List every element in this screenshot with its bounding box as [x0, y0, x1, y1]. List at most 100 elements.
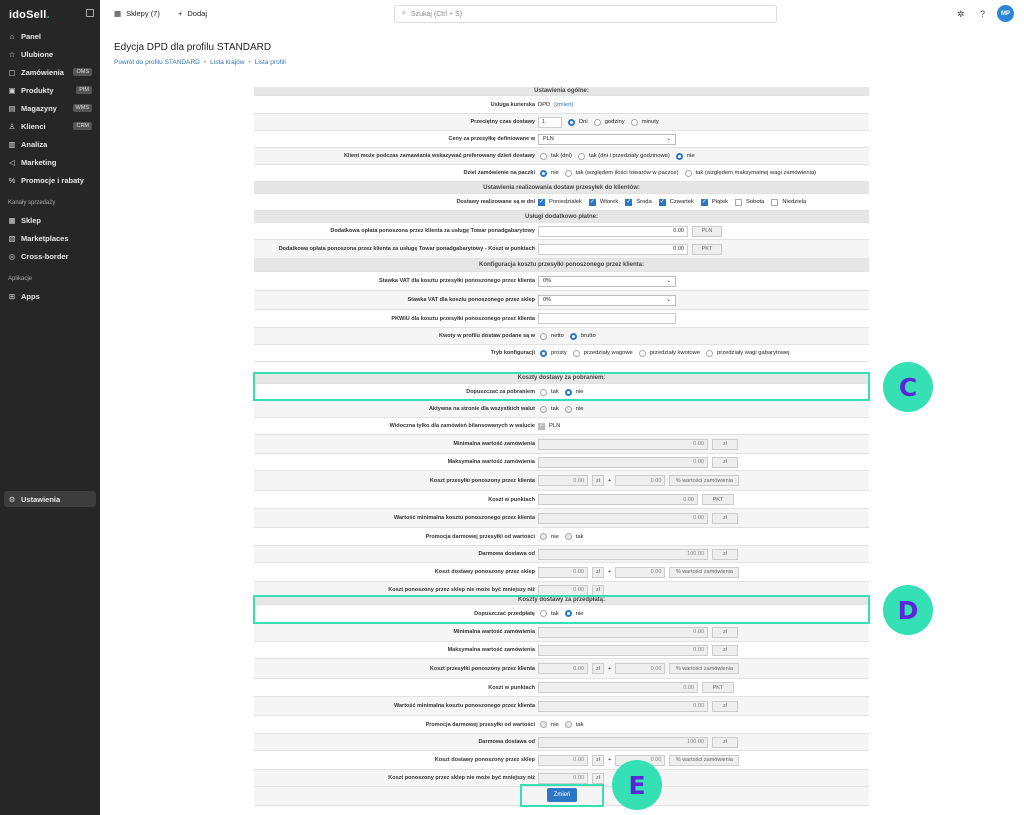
radio[interactable]: [569, 332, 577, 340]
radio[interactable]: [564, 721, 572, 728]
radio[interactable]: [540, 349, 547, 357]
radio[interactable]: [540, 721, 547, 728]
sidebar-sales-item-1[interactable]: ▧ Marketplaces: [0, 230, 100, 246]
number-input[interactable]: 0.00: [538, 225, 688, 237]
number-input[interactable]: 100.00: [538, 736, 708, 748]
unit-label: % wartości zamówienia: [669, 475, 740, 486]
number-input[interactable]: 0.00: [538, 772, 588, 784]
shops-button[interactable]: ▦ Sklepy (7): [114, 9, 160, 18]
number-input[interactable]: 0.00: [615, 475, 666, 486]
pkwiu-input[interactable]: [538, 313, 676, 324]
radio[interactable]: [540, 405, 547, 413]
select-value: 0%: [543, 278, 551, 284]
sidebar-item-6[interactable]: ▥ Analiza: [0, 136, 100, 152]
bug-icon[interactable]: ✲: [957, 9, 965, 20]
number-input[interactable]: 0.00: [538, 512, 708, 524]
sidebar-item-3[interactable]: ▣ Produkty PIM: [0, 82, 100, 98]
day-checkbox[interactable]: ✓: [538, 198, 545, 206]
number-input[interactable]: 0.00: [538, 663, 588, 674]
shops-label: Sklepy (7): [126, 9, 160, 18]
radio[interactable]: [568, 118, 575, 126]
number-input[interactable]: 0.00: [538, 475, 588, 486]
number-input[interactable]: 0.00: [615, 663, 666, 674]
number-input[interactable]: 0.00: [538, 644, 708, 656]
sidebar-item-label: Panel: [21, 31, 42, 41]
annotation-badge-c: C: [883, 362, 933, 412]
sidebar-item-2[interactable]: ▢ Zamówienia OMS: [0, 64, 100, 80]
add-button[interactable]: + Dodaj: [178, 9, 207, 18]
sidebar-apps[interactable]: ⊞ Apps: [0, 288, 100, 304]
search-input[interactable]: ⌕ Szukaj (Ctrl + S): [394, 5, 777, 23]
delivery-time-input[interactable]: 1: [538, 116, 562, 128]
number-input[interactable]: 0.00: [538, 754, 588, 766]
day-checkbox[interactable]: [735, 198, 742, 206]
radio[interactable]: [684, 169, 692, 177]
number-input[interactable]: 0.00: [538, 700, 708, 712]
submit-button[interactable]: Zmień: [547, 788, 577, 802]
sidebar-item-label: Marketplaces: [21, 233, 69, 243]
radio[interactable]: [564, 405, 572, 413]
number-input[interactable]: 0.00: [615, 566, 666, 578]
unit-label: PLN: [692, 225, 722, 237]
sidebar-item-7[interactable]: ◁ Marketing: [0, 154, 100, 170]
field-label: Przeciętny czas dostawy: [470, 119, 535, 125]
courier-change-link[interactable]: [zmień]: [554, 102, 573, 108]
vat-client-select[interactable]: 0% ⌄: [538, 275, 676, 287]
day-checkbox[interactable]: ✓: [700, 198, 708, 206]
day-checkbox[interactable]: ✓: [588, 198, 596, 206]
radio[interactable]: [540, 533, 547, 540]
radio[interactable]: [564, 533, 572, 540]
radio[interactable]: [638, 349, 646, 357]
logo[interactable]: idoSell.: [9, 9, 50, 21]
collapse-sidebar-icon[interactable]: [86, 9, 94, 17]
avatar[interactable]: MP: [997, 5, 1014, 22]
sidebar-item-5[interactable]: ♙ Klienci CRM: [0, 118, 100, 134]
radio[interactable]: [540, 332, 547, 340]
crumb-back-link[interactable]: Powrót do profilu STANDARD: [114, 59, 200, 66]
prepaid-max-order: Maksymalna wartość zamówienia 0.00 zł: [254, 642, 869, 659]
number-input[interactable]: 0.00: [538, 566, 588, 578]
crumb-countries-link[interactable]: Lista krajów: [210, 59, 244, 66]
number-input[interactable]: 0.00: [538, 494, 698, 505]
help-icon[interactable]: ?: [980, 9, 985, 19]
vat-shop-select[interactable]: 0% ⌄: [538, 294, 676, 306]
number-input[interactable]: 0.00: [538, 456, 708, 468]
search-placeholder: Szukaj (Ctrl + S): [410, 10, 463, 18]
radio[interactable]: [564, 169, 572, 177]
number-input[interactable]: 0.00: [538, 243, 688, 255]
currency-checkbox[interactable]: ✓: [538, 422, 545, 430]
number-input[interactable]: 0.00: [538, 438, 708, 450]
radio[interactable]: [572, 349, 580, 357]
field-label: Dodatkowa opłata ponoszona przez klienta…: [330, 228, 535, 234]
sidebar-sales-item-0[interactable]: ▦ Sklep: [0, 212, 100, 228]
day-checkbox[interactable]: ✓: [658, 198, 666, 206]
sidebar-item-4[interactable]: ▤ Magazyny WMS: [0, 100, 100, 116]
unit-label: % wartości zamówienia: [669, 754, 740, 766]
number-input[interactable]: 100.00: [538, 548, 708, 560]
radio[interactable]: [540, 152, 547, 160]
crumb-profiles-link[interactable]: Lista profili: [255, 59, 286, 66]
day-label: Piątek: [711, 199, 728, 205]
sidebar-item-label: Promocje i rabaty: [21, 175, 84, 185]
number-input[interactable]: 0.00: [538, 682, 698, 693]
radio[interactable]: [577, 152, 585, 160]
radio[interactable]: [630, 118, 638, 126]
number-input[interactable]: 0.00: [538, 626, 708, 638]
unit-label: PKT: [702, 494, 734, 505]
currency-select[interactable]: PLN ⌄: [538, 133, 676, 145]
sidebar-sales-item-2[interactable]: ◎ Cross-border: [0, 248, 100, 264]
sidebar-item-0[interactable]: ⌂ Panel: [0, 28, 100, 44]
radio-label: brutto: [580, 333, 596, 339]
radio[interactable]: [593, 118, 601, 126]
radio[interactable]: [540, 169, 547, 177]
unit-label: zł: [712, 438, 738, 450]
field-label: Koszt dostawy ponoszony przez sklep: [434, 569, 535, 575]
radio[interactable]: [706, 349, 714, 357]
sidebar-settings[interactable]: ⚙ Ustawienia: [4, 491, 96, 507]
radio[interactable]: [675, 152, 683, 160]
day-checkbox[interactable]: [771, 198, 779, 206]
day-checkbox[interactable]: ✓: [625, 198, 633, 206]
sidebar-item-8[interactable]: % Promocje i rabaty: [0, 172, 100, 188]
sidebar-item-1[interactable]: ☆ Ulubione: [0, 46, 100, 62]
number-input[interactable]: 0.00: [538, 584, 588, 596]
